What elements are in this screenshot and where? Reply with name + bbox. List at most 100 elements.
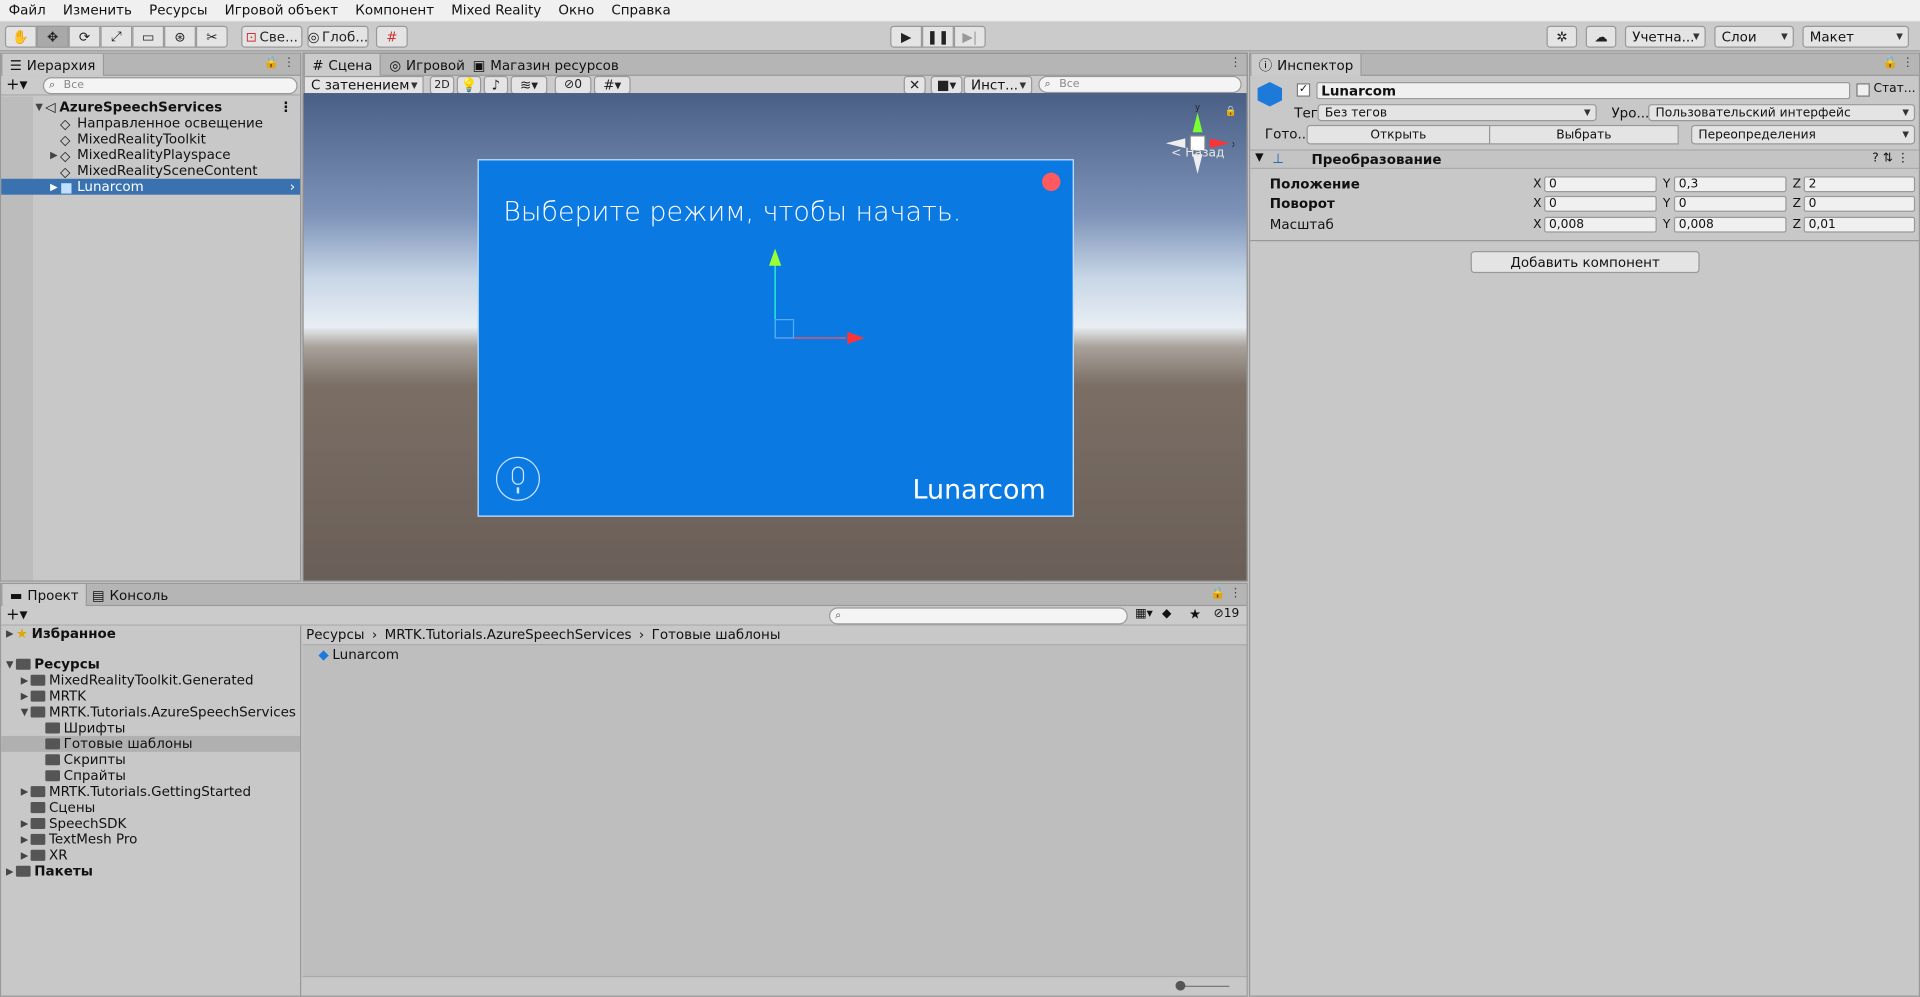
scale-y-field[interactable]: 0,008 <box>1673 216 1787 233</box>
rect-tool-icon[interactable]: ▭ <box>132 25 165 48</box>
tree-item-selected[interactable]: Готовые шаблоны <box>1 735 301 752</box>
breadcrumb-item[interactable]: MRTK.Tutorials.AzureSpeechServices <box>385 627 632 643</box>
list-item[interactable]: ◇ MixedRealityToolkit <box>1 131 300 148</box>
tab-project[interactable]: ▬ Проект <box>1 584 88 607</box>
play-icon[interactable]: ▶ <box>890 25 923 48</box>
transform-tool-icon[interactable]: ⊛ <box>164 25 196 48</box>
move-gizmo-icon[interactable] <box>760 246 870 345</box>
breadcrumb-item-current[interactable]: Готовые шаблоны <box>652 627 781 643</box>
add-icon[interactable]: +▾ <box>6 606 27 624</box>
move-tool-icon[interactable]: ✥ <box>36 25 69 48</box>
asset-item[interactable]: ◆ Lunarcom <box>302 647 1246 663</box>
audio-icon[interactable]: ♪ <box>483 75 509 95</box>
hand-tool-icon[interactable]: ✋ <box>4 25 37 48</box>
expand-arrow-icon[interactable]: ▶ <box>18 818 30 829</box>
tab-hierarchy[interactable]: ☰ Иерархия <box>1 53 104 76</box>
overrides-dropdown[interactable]: Переопределения <box>1691 124 1916 145</box>
tree-item[interactable]: Сцены <box>1 800 300 816</box>
expand-arrow-icon[interactable]: ▶ <box>48 149 60 160</box>
rotation-z-field[interactable]: 0 <box>1803 195 1916 212</box>
scale-z-field[interactable]: 0,01 <box>1803 216 1916 233</box>
favorite-star-icon[interactable]: ★ <box>1189 606 1201 622</box>
panel-menu-icon[interactable]: ⋮ <box>1229 56 1241 69</box>
gizmos-dropdown[interactable]: Инст... <box>963 75 1033 95</box>
shading-mode-dropdown[interactable]: С затенением <box>303 75 424 95</box>
services-icon[interactable]: ✲ <box>1546 25 1578 48</box>
project-search-input[interactable]: ⌕ <box>828 607 1128 625</box>
layer-dropdown[interactable]: Пользовательский интерфейс <box>1648 104 1916 122</box>
expand-arrow-icon[interactable]: ▼ <box>4 659 16 670</box>
collapse-arrow-icon[interactable]: ▼ <box>1255 152 1263 164</box>
camera-icon[interactable]: ■▾ <box>930 75 963 95</box>
list-item-selected[interactable]: ▶ ■ Lunarcom › <box>1 178 301 196</box>
active-checkbox[interactable]: ✓ <box>1296 83 1311 97</box>
list-item[interactable]: ▶ ◇ MixedRealityPlayspace <box>1 147 300 164</box>
lighting-icon[interactable]: 💡 <box>456 75 482 95</box>
menu-help[interactable]: Справка <box>603 2 679 18</box>
transform-header[interactable]: ▼ ⊥ Преобразование ? ⇅ ⋮ <box>1250 149 1919 169</box>
expand-arrow-icon[interactable]: ▶ <box>18 786 30 797</box>
step-icon[interactable]: ▶| <box>953 25 986 48</box>
account-dropdown[interactable]: Учетна... <box>1624 25 1706 48</box>
tab-game[interactable]: ◎ Игровой <box>382 54 472 76</box>
select-prefab-button[interactable]: Выбрать <box>1488 124 1679 145</box>
menu-edit[interactable]: Изменить <box>54 2 140 18</box>
tree-item[interactable]: Спрайты <box>1 768 300 784</box>
open-prefab-button[interactable]: Открыть <box>1306 124 1491 145</box>
expand-arrow-icon[interactable]: ▼ <box>33 102 45 113</box>
back-label[interactable]: < Назад <box>1171 147 1224 160</box>
rotate-tool-icon[interactable]: ⟳ <box>68 25 101 48</box>
menu-mixed-reality[interactable]: Mixed Reality <box>443 2 550 18</box>
tab-asset-store[interactable]: ▣ Магазин ресурсов <box>465 54 626 76</box>
custom-tool-icon[interactable]: ✂ <box>195 25 228 48</box>
2d-toggle-button[interactable]: 2D <box>429 75 455 95</box>
add-component-button[interactable]: Добавить компонент <box>1470 251 1700 274</box>
tab-inspector[interactable]: ⓘ Инспектор <box>1250 53 1362 76</box>
hidden-packages-button[interactable]: ⊘19 <box>1213 607 1239 620</box>
add-icon[interactable]: +▾ <box>6 76 27 94</box>
menu-component[interactable]: Компонент <box>347 2 443 18</box>
expand-arrow-icon[interactable]: ▶ <box>18 691 30 702</box>
tree-item[interactable]: Скрипты <box>1 752 300 768</box>
rotation-y-field[interactable]: 0 <box>1673 195 1787 212</box>
tree-item[interactable]: ▶ MRTK.Tutorials.GettingStarted <box>1 784 300 800</box>
tree-item[interactable]: Шрифты <box>1 720 300 736</box>
label-filter-icon[interactable]: ◆ <box>1162 607 1171 620</box>
position-z-field[interactable]: 2 <box>1803 175 1916 192</box>
hidden-objects-button[interactable]: ⊘ 0 <box>554 75 592 95</box>
scene-viewport[interactable]: Выберите режим, чтобы начать. Lunarcom y… <box>303 93 1247 581</box>
grid-visibility-icon[interactable]: #▾ <box>593 75 631 95</box>
menu-file[interactable]: Файл <box>0 2 54 18</box>
tree-item[interactable]: ▶ SpeechSDK <box>1 816 300 832</box>
lunarcom-canvas[interactable]: Выберите режим, чтобы начать. Lunarcom <box>477 159 1074 517</box>
tree-item[interactable]: ▶ MixedRealityToolkit.Generated <box>1 672 300 688</box>
static-checkbox[interactable] <box>1856 83 1870 97</box>
pause-icon[interactable]: ❚❚ <box>922 25 954 48</box>
layout-dropdown[interactable]: Макет <box>1802 25 1909 48</box>
filter-type-icon[interactable]: ▦▾ <box>1135 607 1153 620</box>
expand-arrow-icon[interactable]: ▶ <box>4 628 16 639</box>
menu-gameobject[interactable]: Игровой объект <box>216 2 347 18</box>
tree-item-assets[interactable]: ▼ Ресурсы <box>1 656 300 672</box>
panel-menu-icon[interactable]: 🔒 ⋮ <box>1882 56 1913 69</box>
hierarchy-search-input[interactable]: ⌕ Все <box>42 77 298 95</box>
menu-assets[interactable]: Ресурсы <box>141 2 217 18</box>
panel-menu-icon[interactable]: 🔒 ⋮ <box>1210 587 1241 600</box>
tree-item[interactable]: ▶ TextMesh Pro <box>1 831 300 847</box>
slider-handle[interactable] <box>1175 980 1186 991</box>
scale-tool-icon[interactable]: ⤢ <box>100 25 133 48</box>
component-menu-icon[interactable]: ? ⇅ ⋮ <box>1872 152 1909 165</box>
scale-x-field[interactable]: 0,008 <box>1544 216 1657 233</box>
grid-snap-button[interactable]: # <box>375 25 408 48</box>
layers-dropdown[interactable]: Слои <box>1714 25 1794 48</box>
menu-window[interactable]: Окно <box>550 2 603 18</box>
list-item[interactable]: ◇ MixedRealitySceneContent <box>1 163 300 180</box>
breadcrumb-item[interactable]: Ресурсы <box>306 627 364 643</box>
tab-console[interactable]: ▤ Консоль <box>84 584 175 606</box>
tab-scene[interactable]: # Сцена <box>303 53 381 76</box>
lock-icon[interactable]: 🔒 <box>1225 105 1237 116</box>
position-x-field[interactable]: 0 <box>1544 175 1657 192</box>
tools-icon[interactable]: ✕ <box>903 75 926 95</box>
list-item[interactable]: ◇ Направленное освещение <box>1 115 300 132</box>
tree-item[interactable]: ▶ MRTK <box>1 688 300 704</box>
